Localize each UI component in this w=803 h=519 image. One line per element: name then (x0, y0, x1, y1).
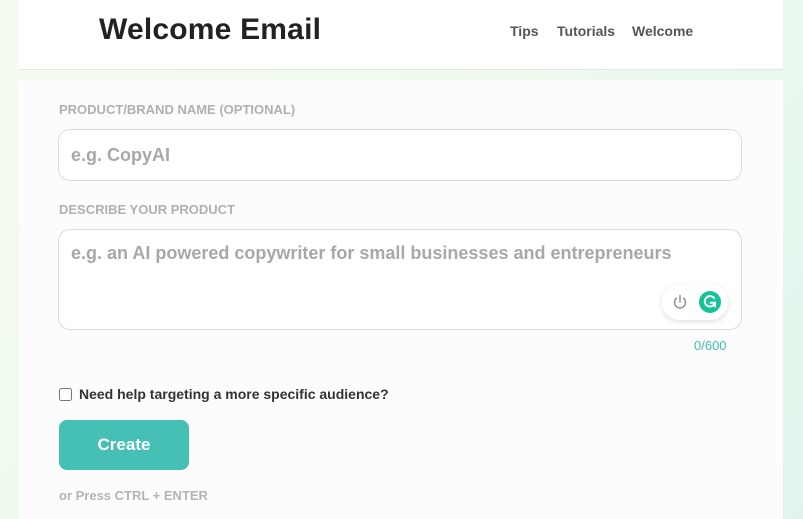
audience-checkbox-label[interactable]: Need help targeting a more specific audi… (79, 386, 389, 402)
grammarly-widget[interactable] (662, 284, 728, 320)
product-name-input[interactable] (58, 129, 742, 181)
power-icon[interactable] (670, 292, 690, 312)
character-counter: 0/600 (694, 338, 727, 353)
nav-link-tips[interactable]: Tips (510, 23, 539, 39)
nav-link-welcome[interactable]: Welcome (632, 23, 693, 39)
nav-link-tutorials[interactable]: Tutorials (557, 23, 615, 39)
description-label: DESCRIBE YOUR PRODUCT (59, 202, 236, 217)
page-header: Welcome Email Tips Tutorials Welcome (19, 0, 783, 70)
create-button[interactable]: Create (59, 420, 189, 470)
shortcut-hint: or Press CTRL + ENTER (59, 488, 208, 503)
page-title: Welcome Email (99, 13, 322, 46)
description-input[interactable] (58, 229, 742, 330)
form-panel: PRODUCT/BRAND NAME (OPTIONAL) DESCRIBE Y… (19, 80, 783, 519)
product-name-label: PRODUCT/BRAND NAME (OPTIONAL) (59, 102, 296, 117)
audience-checkbox[interactable] (59, 388, 72, 401)
grammarly-icon[interactable] (699, 291, 721, 313)
